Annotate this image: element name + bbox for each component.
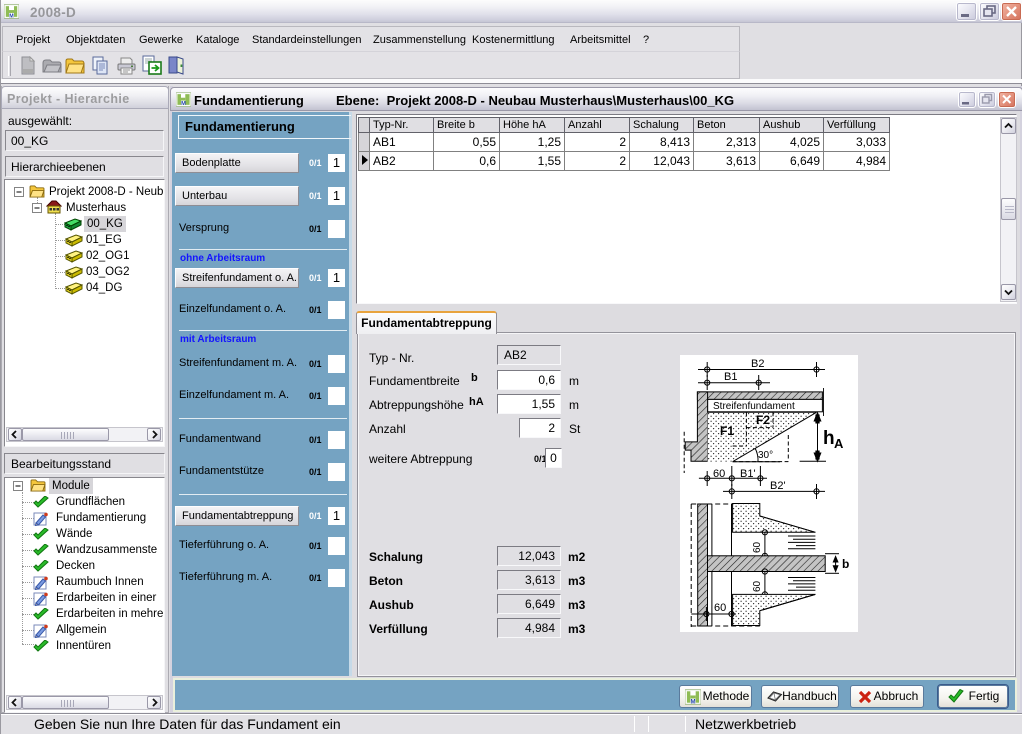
svg-text:30°: 30° [758,450,773,461]
svg-text:B2': B2' [770,480,786,492]
svg-text:60: 60 [714,602,726,614]
svg-text:b: b [842,557,849,571]
svg-text:F1: F1 [720,424,734,438]
svg-text:M: M [181,101,186,107]
svg-text:60: 60 [752,541,763,553]
svg-text:M: M [9,14,14,20]
svg-text:B1': B1' [740,468,756,480]
svg-text:B1: B1 [724,371,737,383]
svg-text:60: 60 [713,468,725,480]
svg-text:M: M [690,698,695,705]
svg-text:Streifenfundament: Streifenfundament [713,401,795,412]
svg-text:F2: F2 [756,413,770,427]
svg-text:B2: B2 [751,358,764,370]
svg-text:h: h [823,428,835,449]
svg-text:A: A [834,436,844,451]
svg-text:60: 60 [752,580,763,592]
